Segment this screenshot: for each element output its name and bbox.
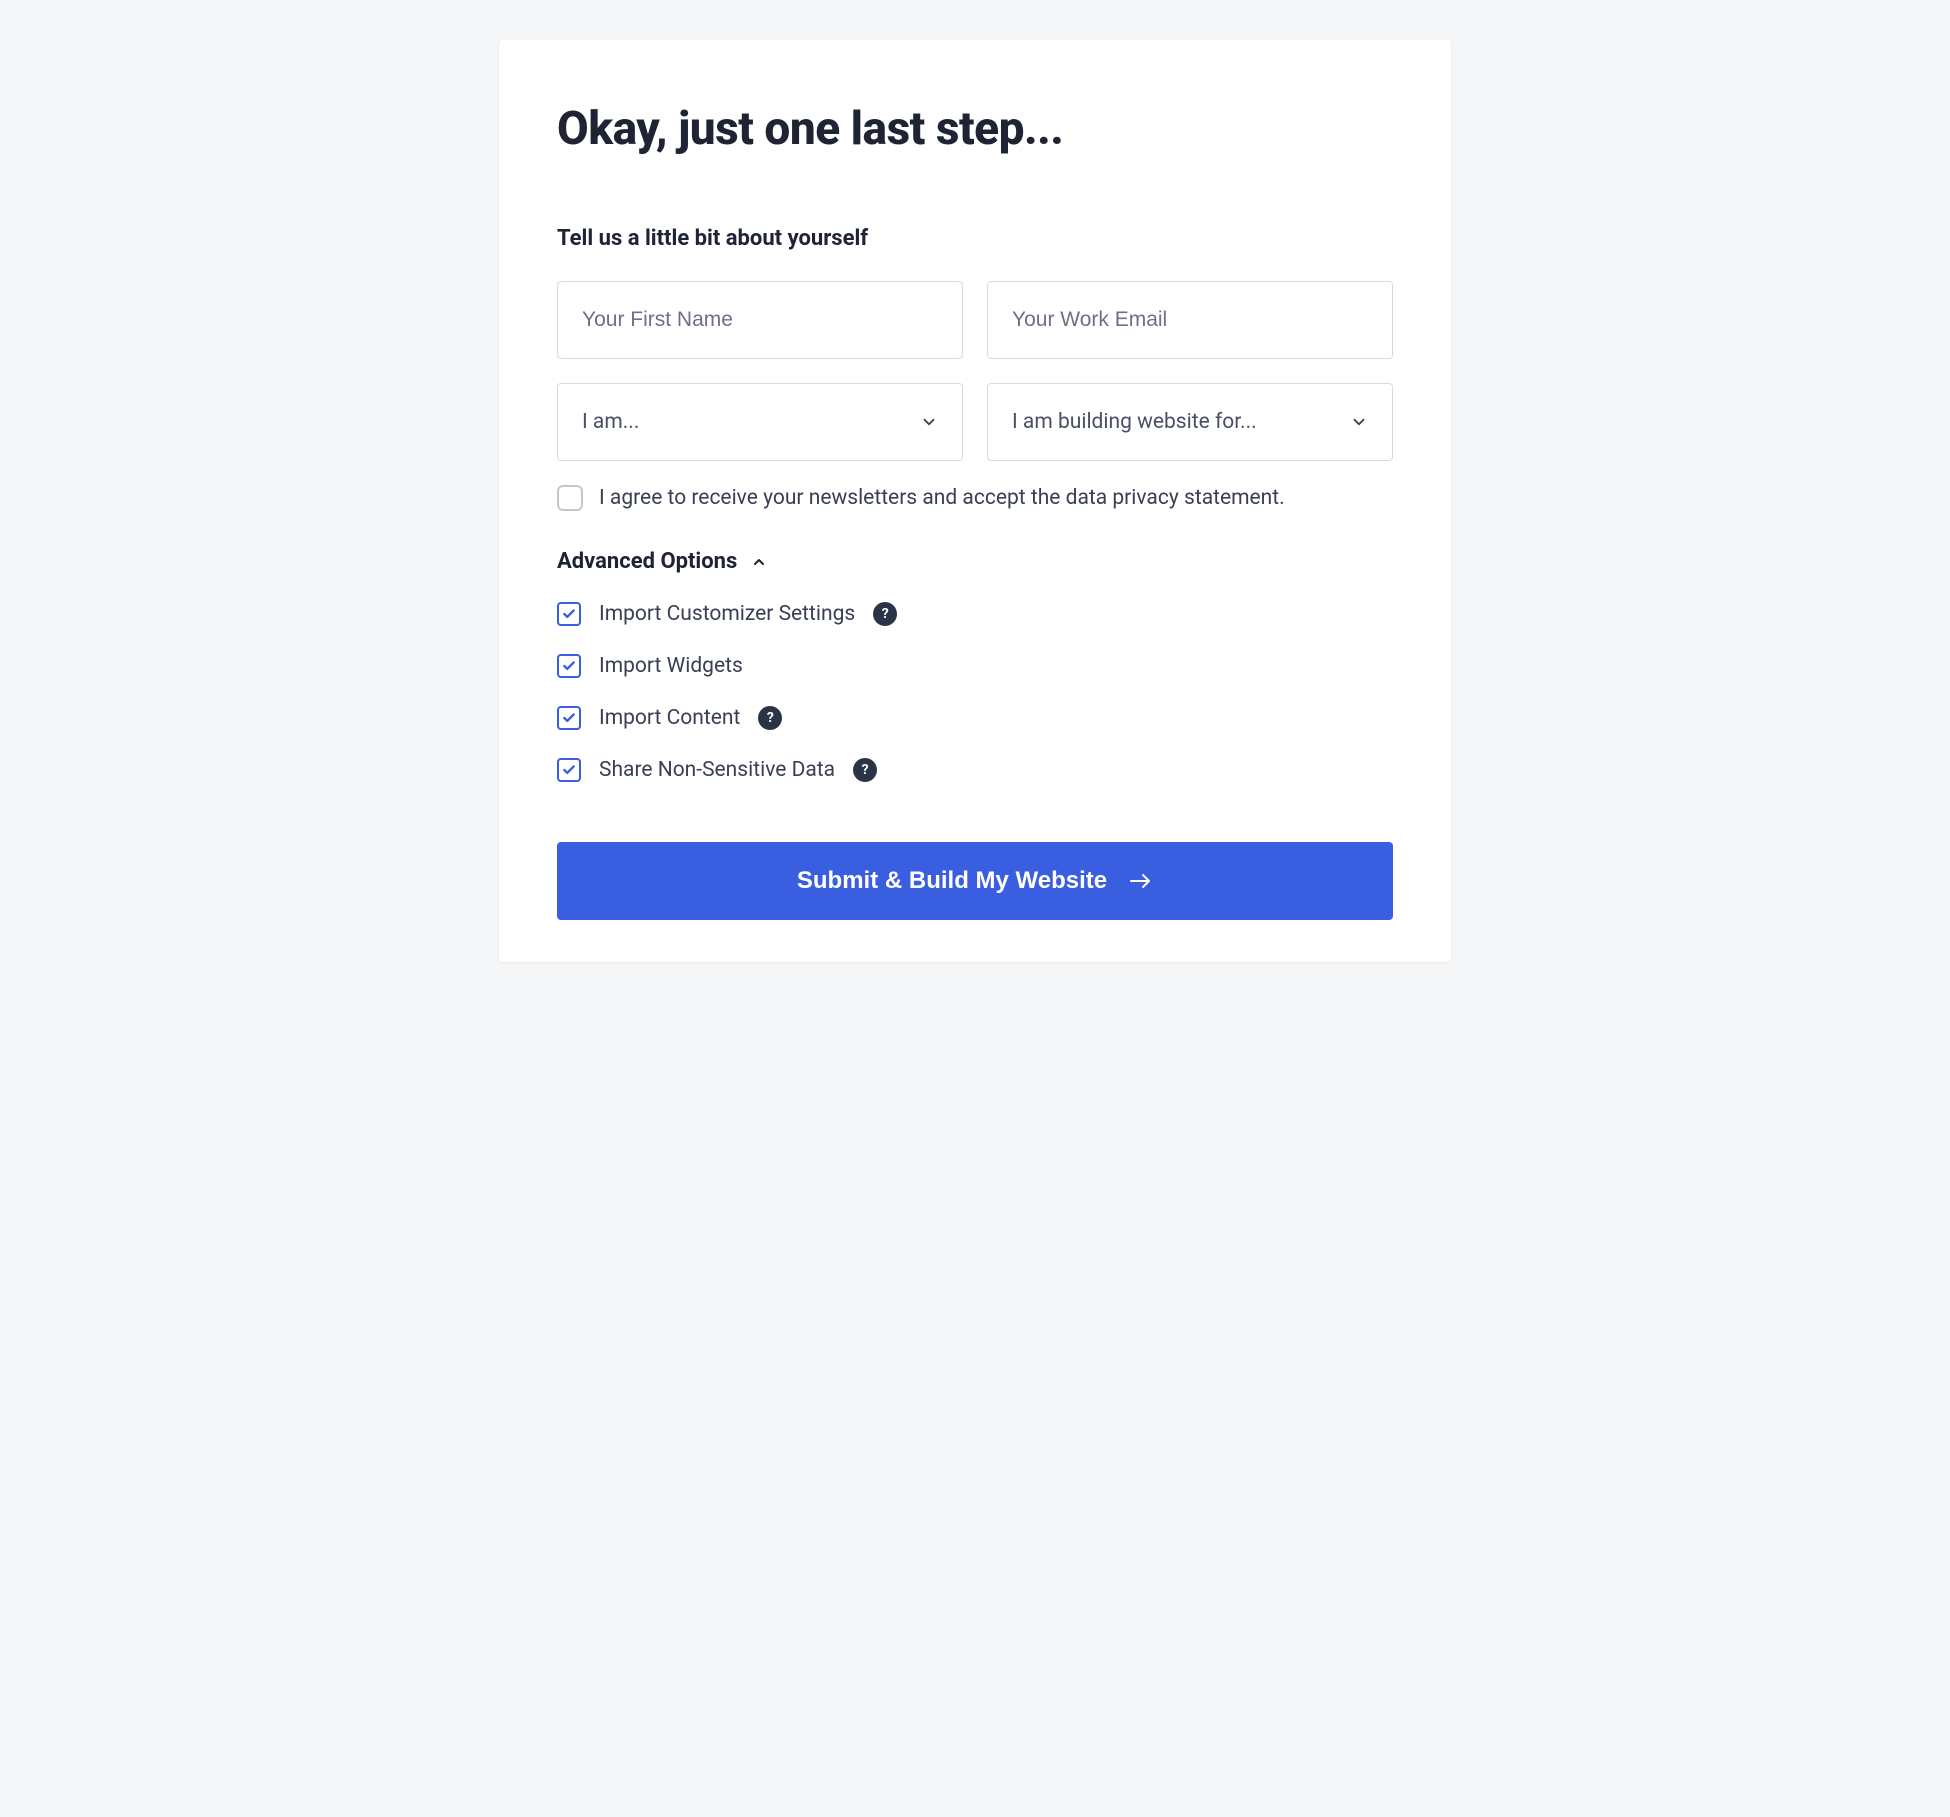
checkmark-icon: [562, 607, 576, 621]
building-for-select-label: I am building website for...: [1012, 410, 1257, 434]
subtitle: Tell us a little bit about yourself: [557, 226, 1393, 251]
checkmark-icon: [562, 763, 576, 777]
page-title: Okay, just one last step...: [557, 102, 1393, 156]
input-row-1: [557, 281, 1393, 359]
advanced-options-label: Advanced Options: [557, 549, 737, 574]
chevron-down-icon: [920, 413, 938, 431]
onboarding-card: Okay, just one last step... Tell us a li…: [499, 40, 1451, 962]
import-content-checkbox[interactable]: [557, 706, 581, 730]
role-select[interactable]: I am...: [557, 383, 963, 461]
share-data-checkbox[interactable]: [557, 758, 581, 782]
chevron-down-icon: [1350, 413, 1368, 431]
consent-label: I agree to receive your newsletters and …: [599, 486, 1285, 510]
consent-row: I agree to receive your newsletters and …: [557, 485, 1393, 511]
work-email-input[interactable]: [1012, 308, 1368, 332]
chevron-up-icon: [751, 554, 767, 570]
import-content-label: Import Content: [599, 706, 740, 730]
help-icon[interactable]: ?: [853, 758, 877, 782]
share-data-label: Share Non-Sensitive Data: [599, 758, 835, 782]
consent-checkbox[interactable]: [557, 485, 583, 511]
advanced-options-list: Import Customizer Settings ? Import Widg…: [557, 602, 1393, 782]
submit-button[interactable]: Submit & Build My Website: [557, 842, 1393, 920]
import-customizer-label: Import Customizer Settings: [599, 602, 855, 626]
import-widgets-label: Import Widgets: [599, 654, 743, 678]
first-name-input[interactable]: [582, 308, 938, 332]
advanced-option-item: Import Content ?: [557, 706, 1393, 730]
submit-button-label: Submit & Build My Website: [797, 867, 1107, 895]
email-field-wrapper: [987, 281, 1393, 359]
import-widgets-checkbox[interactable]: [557, 654, 581, 678]
help-icon[interactable]: ?: [873, 602, 897, 626]
checkmark-icon: [562, 711, 576, 725]
role-select-label: I am...: [582, 410, 639, 434]
checkmark-icon: [562, 659, 576, 673]
import-customizer-checkbox[interactable]: [557, 602, 581, 626]
advanced-option-item: Import Widgets: [557, 654, 1393, 678]
advanced-option-item: Share Non-Sensitive Data ?: [557, 758, 1393, 782]
building-for-select[interactable]: I am building website for...: [987, 383, 1393, 461]
advanced-option-item: Import Customizer Settings ?: [557, 602, 1393, 626]
first-name-field-wrapper: [557, 281, 963, 359]
help-icon[interactable]: ?: [758, 706, 782, 730]
select-row: I am... I am building website for...: [557, 383, 1393, 461]
advanced-options-toggle[interactable]: Advanced Options: [557, 549, 1393, 574]
arrow-right-icon: [1129, 872, 1153, 890]
